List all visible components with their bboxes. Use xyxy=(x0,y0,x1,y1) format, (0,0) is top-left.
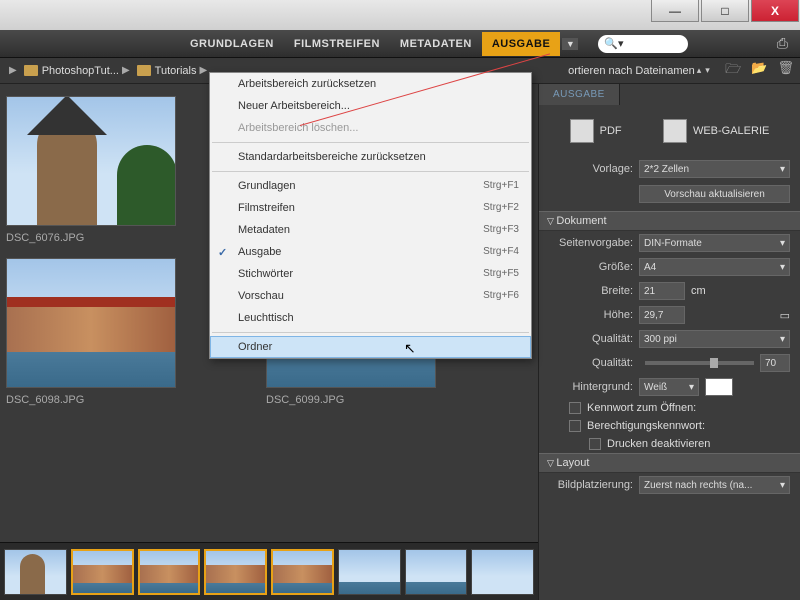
filmstrip-thumb[interactable] xyxy=(4,549,67,595)
output-pdf-button[interactable]: PDF xyxy=(570,119,622,143)
menu-grundlagen[interactable]: GrundlagenStrg+F1 xyxy=(210,175,531,197)
print-icon[interactable]: ⎙ xyxy=(777,35,788,52)
menu-vorschau[interactable]: VorschauStrg+F6 xyxy=(210,285,531,307)
menu-leuchttisch[interactable]: Leuchttisch xyxy=(210,307,531,329)
menu-new-workspace[interactable]: Neuer Arbeitsbereich... xyxy=(210,95,531,117)
background-swatch[interactable] xyxy=(705,378,733,396)
chevron-down-icon[interactable]: ▾ xyxy=(705,65,710,76)
section-layout[interactable]: Layout xyxy=(539,453,800,473)
search-input[interactable]: 🔍▾ xyxy=(598,35,688,53)
workspace-menubar: GRUNDLAGEN FILMSTREIFEN METADATEN AUSGAB… xyxy=(0,30,800,58)
menu-metadaten[interactable]: MetadatenStrg+F3 xyxy=(210,219,531,241)
menu-separator xyxy=(212,142,529,143)
tab-ausgabe[interactable]: AUSGABE xyxy=(482,32,561,56)
breadcrumb-item[interactable]: Tutorials xyxy=(155,65,197,77)
menu-reset-workspace[interactable]: Arbeitsbereich zurücksetzen xyxy=(210,73,531,95)
template-select[interactable]: 2*2 Zellen▾ xyxy=(639,160,790,178)
menu-ausgabe[interactable]: ✓AusgabeStrg+F4 xyxy=(210,241,531,263)
refresh-preview-button[interactable]: Vorschau aktualisieren xyxy=(639,185,790,203)
page-preset-select[interactable]: DIN-Formate▾ xyxy=(639,234,790,252)
thumbnail[interactable]: DSC_6076.JPG xyxy=(6,96,176,244)
tab-grundlagen[interactable]: GRUNDLAGEN xyxy=(180,32,284,56)
pdf-icon xyxy=(570,119,594,143)
folder-icon xyxy=(24,65,38,76)
trash-icon[interactable]: 🗑 xyxy=(777,60,794,82)
workspace-dropdown-arrow[interactable]: ▼ xyxy=(562,38,578,50)
filmstrip-thumb[interactable] xyxy=(138,549,201,595)
open-icon[interactable]: 📂 xyxy=(751,60,767,82)
image-placement-select[interactable]: Zuerst nach rechts (na...▾ xyxy=(639,476,790,494)
panel-tab-ausgabe[interactable]: AUSGABE xyxy=(539,84,620,105)
background-select[interactable]: Weiß▾ xyxy=(639,378,699,396)
orientation-icon[interactable]: ▭ xyxy=(780,309,790,322)
tab-metadaten[interactable]: METADATEN xyxy=(390,32,482,56)
sort-direction-icon[interactable]: ▴ xyxy=(697,65,702,76)
filmstrip-thumb[interactable] xyxy=(271,549,334,595)
permission-password-checkbox[interactable] xyxy=(569,420,581,432)
filmstrip xyxy=(0,542,538,600)
workspace-dropdown-menu: Arbeitsbereich zurücksetzen Neuer Arbeit… xyxy=(209,72,532,359)
filmstrip-thumb[interactable] xyxy=(471,549,534,595)
filmstrip-thumb[interactable] xyxy=(338,549,401,595)
menu-reset-default-workspaces[interactable]: Standardarbeitsbereiche zurücksetzen xyxy=(210,146,531,168)
thumbnail-filename: DSC_6099.JPG xyxy=(266,394,436,406)
close-button[interactable]: X xyxy=(751,0,799,22)
checkmark-icon: ✓ xyxy=(218,246,227,259)
label-berechtigungs: Berechtigungskennwort: xyxy=(587,420,705,432)
chevron-right-icon: ▶ xyxy=(199,65,207,76)
folder-icon xyxy=(137,65,151,76)
unit-label: cm xyxy=(691,285,706,297)
output-webgallery-button[interactable]: WEB-GALERIE xyxy=(663,119,769,143)
window-titlebar: — □ X xyxy=(0,0,800,30)
chevron-right-icon: ▶ xyxy=(9,65,17,76)
quality-select[interactable]: 300 ppi▾ xyxy=(639,330,790,348)
menu-ordner[interactable]: Ordner xyxy=(210,336,531,358)
disable-print-checkbox[interactable] xyxy=(589,438,601,450)
menu-stichwoerter[interactable]: StichwörterStrg+F5 xyxy=(210,263,531,285)
label-drucken: Drucken deaktivieren xyxy=(607,438,710,450)
label-qualitaet-slider: Qualität: xyxy=(549,357,639,369)
breadcrumb-item[interactable]: PhotoshopTut... xyxy=(42,65,119,77)
label-hintergrund: Hintergrund: xyxy=(549,381,639,393)
quality-slider[interactable] xyxy=(645,361,754,365)
thumbnail-filename: DSC_6076.JPG xyxy=(6,232,176,244)
height-input[interactable] xyxy=(639,306,685,324)
label-groesse: Größe: xyxy=(549,261,639,273)
maximize-button[interactable]: □ xyxy=(701,0,749,22)
label-kennwort: Kennwort zum Öffnen: xyxy=(587,402,696,414)
output-panel: AUSGABE PDF WEB-GALERIE Vorlage:2*2 Zell… xyxy=(538,84,800,600)
thumbnail-filename: DSC_6098.JPG xyxy=(6,394,176,406)
label-breite: Breite: xyxy=(549,285,639,297)
sort-label[interactable]: ortieren nach Dateinamen xyxy=(568,65,695,77)
size-select[interactable]: A4▾ xyxy=(639,258,790,276)
open-recent-icon[interactable]: 🗁 xyxy=(725,60,741,82)
chevron-right-icon: ▶ xyxy=(122,65,130,76)
filmstrip-thumb[interactable] xyxy=(71,549,134,595)
menu-separator xyxy=(212,332,529,333)
menu-delete-workspace: Arbeitsbereich löschen... xyxy=(210,117,531,139)
minimize-button[interactable]: — xyxy=(651,0,699,22)
label-qualitaet: Qualität: xyxy=(549,333,639,345)
menu-filmstreifen[interactable]: FilmstreifenStrg+F2 xyxy=(210,197,531,219)
label-bildplatzierung: Bildplatzierung: xyxy=(549,479,639,491)
quality-value-input[interactable] xyxy=(760,354,790,372)
open-password-checkbox[interactable] xyxy=(569,402,581,414)
label-seitenvorgabe: Seitenvorgabe: xyxy=(549,237,639,249)
tab-filmstreifen[interactable]: FILMSTREIFEN xyxy=(284,32,390,56)
menu-separator xyxy=(212,171,529,172)
filmstrip-thumb[interactable] xyxy=(204,549,267,595)
label-hoehe: Höhe: xyxy=(549,309,639,321)
label-vorlage: Vorlage: xyxy=(549,163,639,175)
thumbnail[interactable]: DSC_6098.JPG xyxy=(6,258,176,406)
section-dokument[interactable]: Dokument xyxy=(539,211,800,231)
web-gallery-icon xyxy=(663,119,687,143)
width-input[interactable] xyxy=(639,282,685,300)
filmstrip-thumb[interactable] xyxy=(405,549,468,595)
